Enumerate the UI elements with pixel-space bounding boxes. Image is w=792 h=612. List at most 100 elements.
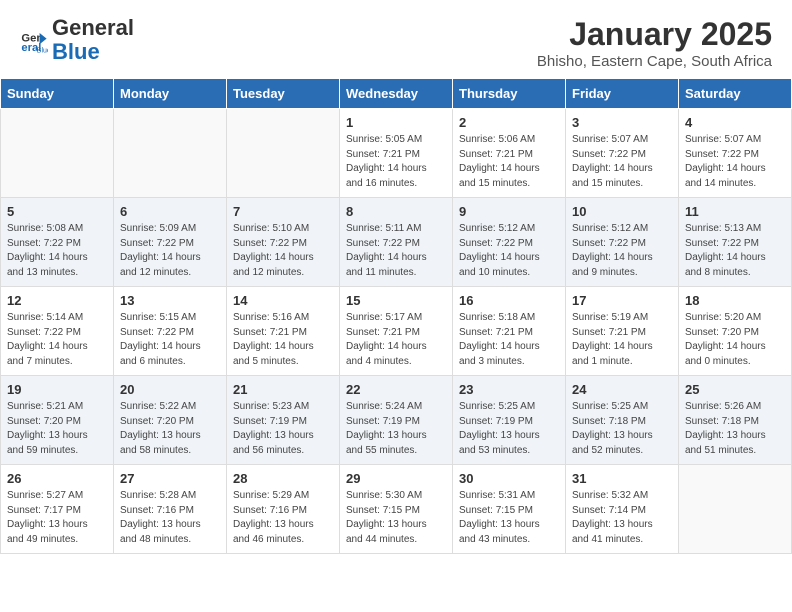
- calendar-cell: 20Sunrise: 5:22 AM Sunset: 7:20 PM Dayli…: [114, 376, 227, 465]
- day-detail: Sunrise: 5:20 AM Sunset: 7:20 PM Dayligh…: [685, 311, 785, 369]
- day-detail: Sunrise: 5:25 AM Sunset: 7:18 PM Dayligh…: [572, 400, 672, 458]
- calendar-week-1: 1Sunrise: 5:05 AM Sunset: 7:21 PM Daylig…: [1, 109, 792, 198]
- day-detail: Sunrise: 5:19 AM Sunset: 7:21 PM Dayligh…: [572, 311, 672, 369]
- calendar-cell: 6Sunrise: 5:09 AM Sunset: 7:22 PM Daylig…: [114, 198, 227, 287]
- day-detail: Sunrise: 5:29 AM Sunset: 7:16 PM Dayligh…: [233, 489, 333, 547]
- calendar-cell: [1, 109, 114, 198]
- day-number: 4: [685, 115, 785, 130]
- calendar-cell: 8Sunrise: 5:11 AM Sunset: 7:22 PM Daylig…: [340, 198, 453, 287]
- day-detail: Sunrise: 5:26 AM Sunset: 7:18 PM Dayligh…: [685, 400, 785, 458]
- title-section: January 2025 Bhisho, Eastern Cape, South…: [537, 16, 772, 70]
- calendar-cell: 9 Sunrise: 5:12 AM Sunset: 7:22 PM Daylig…: [453, 198, 566, 287]
- day-number: 3: [572, 115, 672, 130]
- calendar-cell: 25 Sunrise: 5:26 AM Sunset: 7:18 PM Dayli…: [679, 376, 792, 465]
- calendar-cell: 26 Sunrise: 5:27 AM Sunset: 7:17 PM Dayli…: [1, 465, 114, 554]
- day-number: 21: [233, 382, 333, 397]
- calendar-cell: 17 Sunrise: 5:19 AM Sunset: 7:21 PM Dayli…: [566, 287, 679, 376]
- calendar-cell: 31Sunrise: 5:32 AM Sunset: 7:14 PM Dayli…: [566, 465, 679, 554]
- day-detail: Sunrise: 5:17 AM Sunset: 7:21 PM Dayligh…: [346, 311, 446, 369]
- page-header: Gen eral Blue General Blue January 2025 …: [0, 0, 792, 78]
- day-number: 28: [233, 471, 333, 486]
- day-number: 20: [120, 382, 220, 397]
- calendar-cell: 28 Sunrise: 5:29 AM Sunset: 7:16 PM Dayli…: [227, 465, 340, 554]
- day-number: 31: [572, 471, 672, 486]
- calendar-cell: 29Sunrise: 5:30 AM Sunset: 7:15 PM Dayli…: [340, 465, 453, 554]
- calendar-cell: 24Sunrise: 5:25 AM Sunset: 7:18 PM Dayli…: [566, 376, 679, 465]
- calendar-cell: 22 Sunrise: 5:24 AM Sunset: 7:19 PM Dayli…: [340, 376, 453, 465]
- day-detail: Sunrise: 5:24 AM Sunset: 7:19 PM Dayligh…: [346, 400, 446, 458]
- day-detail: Sunrise: 5:07 AM Sunset: 7:22 PM Dayligh…: [572, 133, 672, 191]
- day-detail: Sunrise: 5:28 AM Sunset: 7:16 PM Dayligh…: [120, 489, 220, 547]
- day-number: 5: [7, 204, 107, 219]
- day-number: 26: [7, 471, 107, 486]
- day-number: 14: [233, 293, 333, 308]
- calendar-cell: 21 Sunrise: 5:23 AM Sunset: 7:19 PM Dayli…: [227, 376, 340, 465]
- day-number: 29: [346, 471, 446, 486]
- calendar-cell: 11Sunrise: 5:13 AM Sunset: 7:22 PM Dayli…: [679, 198, 792, 287]
- calendar-week-4: 19 Sunrise: 5:21 AM Sunset: 7:20 PM Dayli…: [1, 376, 792, 465]
- calendar-cell: 30 Sunrise: 5:31 AM Sunset: 7:15 PM Dayli…: [453, 465, 566, 554]
- calendar-cell: [679, 465, 792, 554]
- day-detail: Sunrise: 5:15 AM Sunset: 7:22 PM Dayligh…: [120, 311, 220, 369]
- day-number: 12: [7, 293, 107, 308]
- calendar-week-5: 26 Sunrise: 5:27 AM Sunset: 7:17 PM Dayli…: [1, 465, 792, 554]
- day-number: 13: [120, 293, 220, 308]
- day-detail: Sunrise: 5:07 AM Sunset: 7:22 PM Dayligh…: [685, 133, 785, 191]
- calendar-cell: 19 Sunrise: 5:21 AM Sunset: 7:20 PM Dayli…: [1, 376, 114, 465]
- calendar-cell: 23Sunrise: 5:25 AM Sunset: 7:19 PM Dayli…: [453, 376, 566, 465]
- day-number: 17: [572, 293, 672, 308]
- calendar-cell: 7 Sunrise: 5:10 AM Sunset: 7:22 PM Daylig…: [227, 198, 340, 287]
- weekday-header-saturday: Saturday: [679, 79, 792, 109]
- day-number: 22: [346, 382, 446, 397]
- day-number: 30: [459, 471, 559, 486]
- day-number: 9: [459, 204, 559, 219]
- day-detail: Sunrise: 5:06 AM Sunset: 7:21 PM Dayligh…: [459, 133, 559, 191]
- svg-text:Blue: Blue: [37, 48, 48, 54]
- day-number: 18: [685, 293, 785, 308]
- weekday-header-sunday: Sunday: [1, 79, 114, 109]
- calendar-cell: 27 Sunrise: 5:28 AM Sunset: 7:16 PM Dayli…: [114, 465, 227, 554]
- day-number: 7: [233, 204, 333, 219]
- day-number: 16: [459, 293, 559, 308]
- day-detail: Sunrise: 5:12 AM Sunset: 7:22 PM Dayligh…: [459, 222, 559, 280]
- subtitle: Bhisho, Eastern Cape, South Africa: [537, 53, 772, 70]
- day-detail: Sunrise: 5:11 AM Sunset: 7:22 PM Dayligh…: [346, 222, 446, 280]
- day-number: 1: [346, 115, 446, 130]
- day-number: 25: [685, 382, 785, 397]
- day-number: 23: [459, 382, 559, 397]
- calendar-table: SundayMondayTuesdayWednesdayThursdayFrid…: [0, 78, 792, 554]
- weekday-header-tuesday: Tuesday: [227, 79, 340, 109]
- calendar-cell: [227, 109, 340, 198]
- calendar-cell: [114, 109, 227, 198]
- logo-general-text: General: [52, 15, 134, 40]
- day-detail: Sunrise: 5:13 AM Sunset: 7:22 PM Dayligh…: [685, 222, 785, 280]
- weekday-header-monday: Monday: [114, 79, 227, 109]
- day-detail: Sunrise: 5:21 AM Sunset: 7:20 PM Dayligh…: [7, 400, 107, 458]
- calendar-cell: 2Sunrise: 5:06 AM Sunset: 7:21 PM Daylig…: [453, 109, 566, 198]
- day-detail: Sunrise: 5:16 AM Sunset: 7:21 PM Dayligh…: [233, 311, 333, 369]
- main-title: January 2025: [537, 16, 772, 53]
- day-detail: Sunrise: 5:10 AM Sunset: 7:22 PM Dayligh…: [233, 222, 333, 280]
- day-detail: Sunrise: 5:27 AM Sunset: 7:17 PM Dayligh…: [7, 489, 107, 547]
- calendar-cell: 13 Sunrise: 5:15 AM Sunset: 7:22 PM Dayli…: [114, 287, 227, 376]
- day-detail: Sunrise: 5:09 AM Sunset: 7:22 PM Dayligh…: [120, 222, 220, 280]
- weekday-header-thursday: Thursday: [453, 79, 566, 109]
- calendar-cell: 12 Sunrise: 5:14 AM Sunset: 7:22 PM Dayli…: [1, 287, 114, 376]
- calendar-cell: 15 Sunrise: 5:17 AM Sunset: 7:21 PM Dayli…: [340, 287, 453, 376]
- weekday-header-friday: Friday: [566, 79, 679, 109]
- day-number: 27: [120, 471, 220, 486]
- day-detail: Sunrise: 5:18 AM Sunset: 7:21 PM Dayligh…: [459, 311, 559, 369]
- day-number: 19: [7, 382, 107, 397]
- day-detail: Sunrise: 5:31 AM Sunset: 7:15 PM Dayligh…: [459, 489, 559, 547]
- day-detail: Sunrise: 5:23 AM Sunset: 7:19 PM Dayligh…: [233, 400, 333, 458]
- calendar-week-3: 12 Sunrise: 5:14 AM Sunset: 7:22 PM Dayli…: [1, 287, 792, 376]
- calendar-cell: 4 Sunrise: 5:07 AM Sunset: 7:22 PM Daylig…: [679, 109, 792, 198]
- day-detail: Sunrise: 5:12 AM Sunset: 7:22 PM Dayligh…: [572, 222, 672, 280]
- day-number: 15: [346, 293, 446, 308]
- calendar-cell: 1Sunrise: 5:05 AM Sunset: 7:21 PM Daylig…: [340, 109, 453, 198]
- calendar-cell: 14 Sunrise: 5:16 AM Sunset: 7:21 PM Dayli…: [227, 287, 340, 376]
- day-detail: Sunrise: 5:08 AM Sunset: 7:22 PM Dayligh…: [7, 222, 107, 280]
- calendar-cell: 18 Sunrise: 5:20 AM Sunset: 7:20 PM Dayli…: [679, 287, 792, 376]
- day-detail: Sunrise: 5:14 AM Sunset: 7:22 PM Dayligh…: [7, 311, 107, 369]
- day-number: 10: [572, 204, 672, 219]
